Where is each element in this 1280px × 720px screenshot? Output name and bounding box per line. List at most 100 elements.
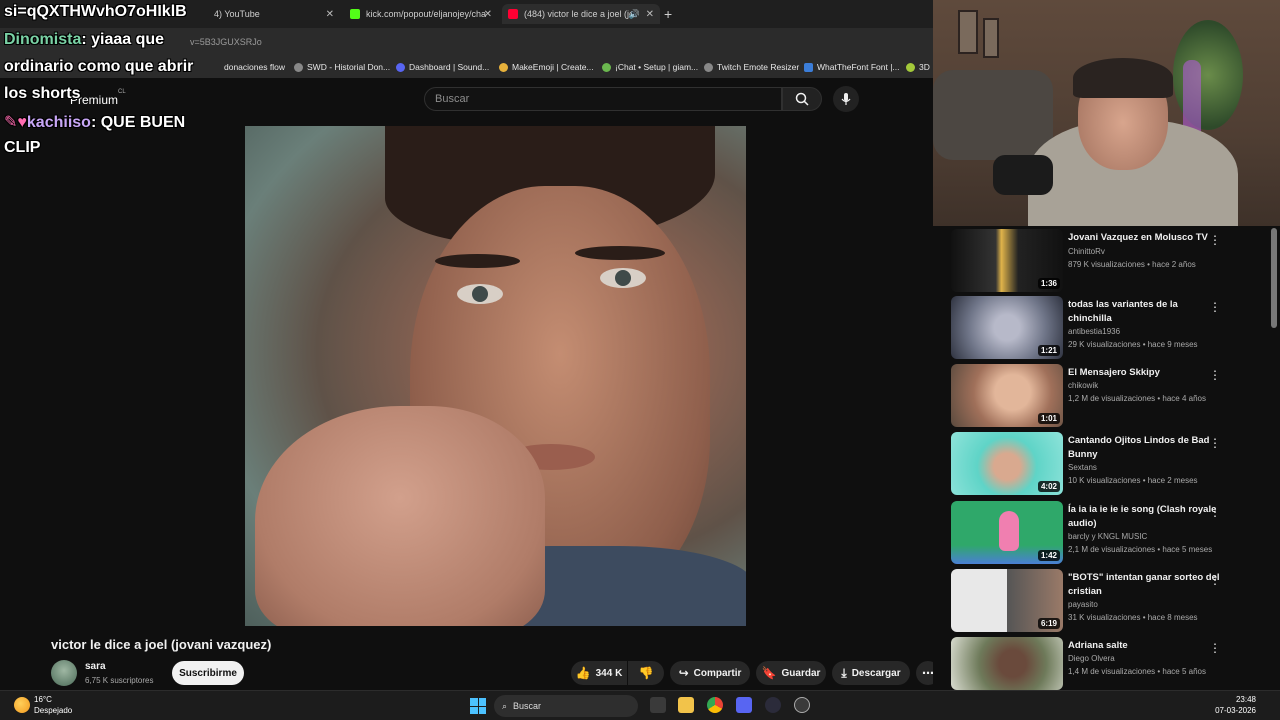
video-thumbnail[interactable]: 1:36: [951, 229, 1063, 292]
new-tab-button[interactable]: +: [664, 4, 678, 24]
channel-avatar[interactable]: [51, 660, 77, 686]
bookmark-icon: [602, 62, 611, 72]
recommendation-meta: 2,1 M de visualizaciones • hace 5 meses: [1068, 545, 1213, 554]
recommendation-channel[interactable]: Diego Olvera: [1068, 654, 1115, 663]
recommendation-item[interactable]: 1:42 Ía ia ia ie ie ie song (Clash royal…: [951, 501, 1251, 565]
discord-icon[interactable]: [736, 697, 752, 713]
duration-badge: 1:42: [1037, 550, 1060, 561]
recommendation-item[interactable]: Adriana salte Diego Olvera 1,4 M de visu…: [951, 637, 1251, 690]
file-explorer-icon[interactable]: [678, 697, 694, 713]
subscriber-count: 6,75 K suscriptores: [85, 676, 154, 685]
recommendation-channel[interactable]: antibestia1936: [1068, 327, 1120, 336]
search-input[interactable]: Buscar: [424, 87, 782, 111]
tab-label: (484) victor le dice a joel (jo: [524, 9, 635, 19]
close-icon[interactable]: ✕: [484, 9, 492, 20]
windows-start-icon[interactable]: [470, 698, 486, 714]
recommendation-title[interactable]: El Mensajero Skkipy: [1068, 366, 1223, 380]
close-icon[interactable]: ✕: [326, 9, 334, 20]
recommendation-title[interactable]: todas las variantes de la chinchilla: [1068, 298, 1223, 325]
sidebar-scrollbar[interactable]: [1271, 228, 1277, 328]
bookmark-item[interactable]: donaciones flow: [224, 62, 285, 72]
recommendation-title[interactable]: Jovani Vazquez en Molusco TV: [1068, 231, 1223, 245]
video-player[interactable]: [245, 126, 746, 626]
weather-icon[interactable]: [14, 697, 30, 713]
bookmark-icon: 🔖: [761, 666, 777, 680]
tab-kick[interactable]: kick.com/popout/eljanojey/cha ✕: [344, 4, 496, 24]
more-vert-icon[interactable]: ⋮: [1209, 436, 1221, 450]
thumbs-down-icon: 👎: [638, 666, 654, 680]
download-button[interactable]: ⤓ Descargar: [832, 661, 910, 685]
bookmark-item[interactable]: MakeEmoji | Create...: [499, 62, 594, 72]
video-thumbnail[interactable]: 1:01: [951, 364, 1063, 427]
share-icon: ↪: [678, 666, 689, 680]
share-button[interactable]: ↪ Compartir: [670, 661, 750, 685]
video-thumbnail[interactable]: 4:02: [951, 432, 1063, 495]
bookmark-item[interactable]: Twitch Emote Resizer: [704, 62, 799, 72]
video-thumbnail[interactable]: 6:19: [951, 569, 1063, 632]
recommendation-channel[interactable]: Sextans: [1068, 463, 1097, 472]
duration-badge: 1:21: [1037, 345, 1060, 356]
chrome-icon[interactable]: [707, 697, 723, 713]
more-vert-icon[interactable]: ⋮: [1209, 641, 1221, 655]
bookmark-item[interactable]: Dashboard | Sound...: [396, 62, 489, 72]
clock-time[interactable]: 23:48: [1236, 695, 1256, 704]
save-button[interactable]: 🔖 Guardar: [756, 661, 826, 685]
kick-icon: [350, 9, 360, 19]
video-frame-brow: [575, 246, 665, 260]
recommendations-sidebar: 1:36 Jovani Vazquez en Molusco TV Chinit…: [933, 226, 1280, 690]
chat-line: ✎♥kachiiso: QUE BUEN: [4, 114, 186, 131]
bookmark-item[interactable]: 3D: [906, 62, 930, 72]
channel-name[interactable]: sara: [85, 661, 106, 672]
tab-youtube[interactable]: 4) YouTube ✕: [200, 4, 340, 24]
recommendation-item[interactable]: 6:19 "BOTS" intentan ganar sorteo del cr…: [951, 569, 1251, 633]
speaker-icon[interactable]: 🔊: [629, 9, 640, 20]
bookmark-item[interactable]: SWD - Historial Don...: [294, 62, 390, 72]
obs-icon[interactable]: [794, 697, 810, 713]
streamer-hair: [1073, 58, 1173, 98]
dislike-button[interactable]: 👎: [628, 661, 664, 685]
weather-description[interactable]: Despejado: [34, 706, 72, 715]
more-vert-icon[interactable]: ⋮: [1209, 573, 1221, 587]
video-frame-brow: [435, 254, 520, 268]
bookmark-item[interactable]: ¡Chat • Setup | giam...: [602, 62, 698, 72]
badge-icon: ✎♥: [4, 114, 27, 131]
more-vert-icon[interactable]: ⋮: [1209, 300, 1221, 314]
webcam-overlay: [933, 0, 1280, 226]
recommendation-title[interactable]: Cantando Ojitos Lindos de Bad Bunny: [1068, 434, 1223, 461]
video-thumbnail[interactable]: 1:21: [951, 296, 1063, 359]
voice-search-button[interactable]: [833, 86, 859, 112]
bookmark-item[interactable]: WhatTheFont Font |...: [804, 62, 900, 72]
url-text[interactable]: v=5B3JGUXSRJo: [190, 37, 262, 47]
taskbar-search[interactable]: ⌕ Buscar: [494, 695, 638, 717]
microphone: [993, 155, 1053, 195]
video-thumbnail[interactable]: [951, 637, 1063, 690]
task-view-icon[interactable]: [650, 697, 666, 713]
clock-date[interactable]: 07-03-2026: [1215, 706, 1256, 715]
thumbs-up-icon: 👍: [575, 666, 591, 680]
recommendation-channel[interactable]: chikowik: [1068, 381, 1098, 390]
more-vert-icon[interactable]: ⋮: [1209, 368, 1221, 382]
tab-video[interactable]: (484) victor le dice a joel (jo 🔊 ✕: [502, 4, 660, 24]
recommendation-title[interactable]: "BOTS" intentan ganar sorteo del cristia…: [1068, 571, 1223, 598]
recommendation-meta: 31 K visualizaciones • hace 8 meses: [1068, 613, 1198, 622]
recommendation-item[interactable]: 1:21 todas las variantes de la chinchill…: [951, 296, 1251, 360]
subscribe-button[interactable]: Suscribirme: [172, 661, 244, 685]
chat-line: ordinario como que abrir: [4, 58, 194, 75]
more-vert-icon[interactable]: ⋮: [1209, 505, 1221, 519]
video-title: victor le dice a joel (jovani vazquez): [51, 637, 272, 652]
recommendation-channel[interactable]: payasito: [1068, 600, 1098, 609]
recommendation-item[interactable]: 4:02 Cantando Ojitos Lindos de Bad Bunny…: [951, 432, 1251, 496]
search-button[interactable]: [782, 87, 822, 111]
recommendation-item[interactable]: 1:01 El Mensajero Skkipy chikowik 1,2 M …: [951, 364, 1251, 428]
recommendation-channel[interactable]: ChinittoRv: [1068, 247, 1105, 256]
recommendation-title[interactable]: Adriana salte: [1068, 639, 1223, 653]
close-icon[interactable]: ✕: [646, 9, 654, 20]
video-thumbnail[interactable]: 1:42: [951, 501, 1063, 564]
like-button[interactable]: 👍 344 K: [571, 661, 627, 685]
recommendation-item[interactable]: 1:36 Jovani Vazquez en Molusco TV Chinit…: [951, 229, 1251, 293]
more-vert-icon[interactable]: ⋮: [1209, 233, 1221, 247]
recommendation-title[interactable]: Ía ia ia ie ie ie song (Clash royale aud…: [1068, 503, 1223, 530]
recommendation-channel[interactable]: barcly y KNGL MUSIC: [1068, 532, 1147, 541]
weather-temperature[interactable]: 16°C: [34, 695, 52, 704]
app-icon[interactable]: [765, 697, 781, 713]
